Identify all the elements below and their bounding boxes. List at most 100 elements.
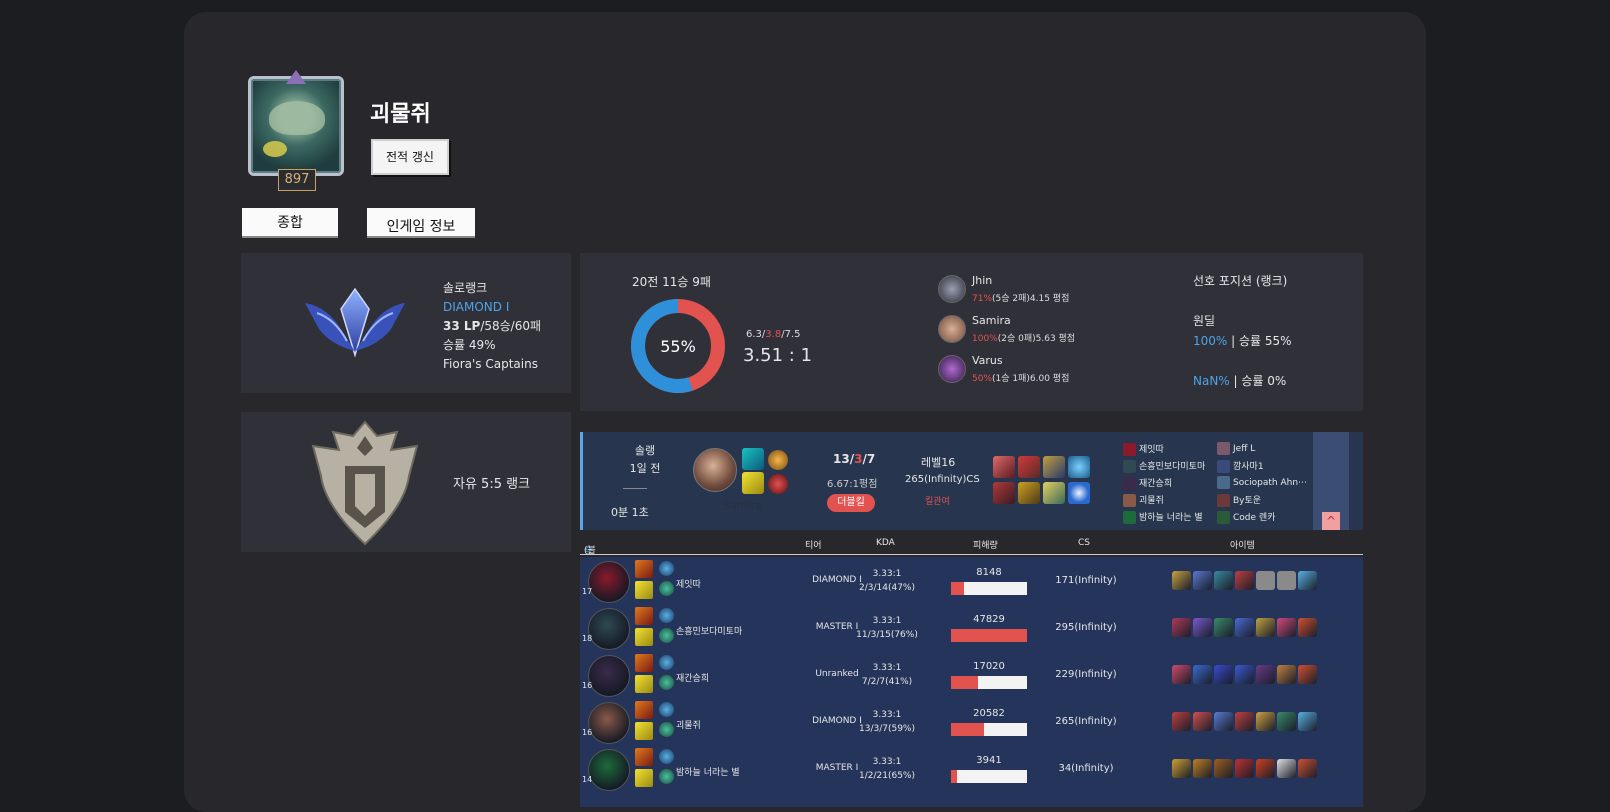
profile-page: 897 괴물쥐 전적 갱신 종합 인게임 정보 솔로랭크 DIAMOND Ⅰ 3… — [184, 12, 1426, 812]
item-icon[interactable] — [1277, 712, 1296, 731]
item-icon[interactable] — [1018, 482, 1040, 504]
empty-item-slot[interactable] — [1277, 571, 1296, 590]
participant-champion-icon — [1123, 494, 1136, 507]
divider — [623, 488, 647, 489]
item-icon[interactable] — [1214, 665, 1233, 684]
row-summoner-name[interactable]: 제잇따 — [676, 577, 701, 590]
row-damage-fill — [951, 723, 984, 736]
champion-stat-row[interactable]: Samira 100%(2승 0패)5.63 평점 — [938, 313, 1098, 353]
match-champion-name: Samira — [723, 499, 762, 512]
participant[interactable]: Jeff L — [1217, 442, 1255, 455]
participant[interactable]: 깜사마1 — [1217, 459, 1264, 473]
item-icon[interactable] — [1172, 571, 1191, 590]
winrate-donut-chart: 55% — [631, 299, 725, 393]
item-icon[interactable] — [1298, 759, 1317, 778]
champion-name: Samira — [972, 314, 1011, 327]
item-icon[interactable] — [1277, 759, 1296, 778]
row-level: 18 — [582, 634, 593, 643]
match-cs: 265(Infinity)CS — [905, 474, 980, 485]
item-icon[interactable] — [1256, 759, 1275, 778]
collapse-button[interactable]: ^ — [1322, 512, 1340, 530]
item-icon[interactable] — [1172, 665, 1191, 684]
table-row[interactable]: 16 재간승희 Unranked 3.33:1 7/2/7(41%) 17020 … — [580, 651, 1363, 698]
champion-stat-row[interactable]: Jhin 71%(5승 2패)4.15 평점 — [938, 273, 1098, 313]
table-row[interactable]: 17 제잇따 DIAMOND Ⅰ 3.33:1 2/3/14(47%) 8148 … — [580, 557, 1363, 604]
item-icon[interactable] — [1235, 618, 1254, 637]
table-row[interactable]: 16 괴물쥐 DIAMOND Ⅰ 3.33:1 13/3/7(59%) 20582… — [580, 698, 1363, 745]
item-icon[interactable] — [1235, 712, 1254, 731]
item-icon[interactable] — [1298, 571, 1317, 590]
match-card[interactable]: 솔랭 1일 전 0분 1초 Samira 13/3/7 6.67:1평점 더블킬… — [580, 432, 1363, 530]
item-icon[interactable] — [1193, 618, 1212, 637]
item-icon[interactable] — [1193, 665, 1212, 684]
row-summoner-name[interactable]: 밤하늘 너라는 별 — [676, 765, 740, 778]
item-icon[interactable] — [1043, 482, 1065, 504]
participant[interactable]: 손흥민보다미토마 — [1123, 459, 1205, 473]
item-icon[interactable] — [1235, 571, 1254, 590]
participant[interactable]: 재간승희 — [1123, 476, 1172, 490]
row-damage: 3941 — [976, 755, 1002, 766]
participant[interactable]: By토운 — [1217, 493, 1261, 507]
header-damage: 피해량 — [973, 541, 998, 551]
item-icon[interactable] — [1214, 712, 1233, 731]
rune-primary-icon — [768, 450, 788, 470]
participant[interactable]: Sociopath Ahn⋯ — [1217, 476, 1307, 489]
row-damage-fill — [951, 676, 979, 689]
item-icon[interactable] — [1172, 759, 1191, 778]
row-rune-secondary-icon — [659, 628, 674, 643]
participant[interactable]: 제잇따 — [1123, 442, 1164, 456]
participant-name: 깜사마1 — [1233, 462, 1264, 472]
item-icon[interactable] — [1298, 712, 1317, 731]
item-icon[interactable] — [1043, 456, 1065, 478]
table-row[interactable]: 14 밤하늘 너라는 별 MASTER Ⅰ 3.33:1 1/2/21(65%) … — [580, 745, 1363, 792]
detail-table-header: 승리(블루팀) 티어 KDA 피해량 CS 아이템 — [580, 533, 1363, 582]
item-icon[interactable] — [1193, 571, 1212, 590]
trinket-icon[interactable] — [1068, 456, 1090, 478]
item-icon[interactable] — [1172, 712, 1191, 731]
participant[interactable]: 밤하늘 너라는 별 — [1123, 510, 1203, 524]
item-icon[interactable] — [1298, 618, 1317, 637]
item-icon[interactable] — [1193, 759, 1212, 778]
detail-table-body: 17 제잇따 DIAMOND Ⅰ 3.33:1 2/3/14(47%) 8148 … — [580, 557, 1363, 807]
match-expand-area: ^ — [1313, 432, 1349, 530]
item-icon[interactable] — [1172, 618, 1191, 637]
participant[interactable]: Code 렌카 — [1217, 510, 1275, 524]
item-icon[interactable] — [1277, 618, 1296, 637]
item-icon[interactable] — [1256, 665, 1275, 684]
item-icon[interactable] — [1235, 759, 1254, 778]
tab-overview[interactable]: 종합 — [242, 208, 338, 238]
item-icon[interactable] — [1298, 665, 1317, 684]
refresh-button[interactable]: 전적 갱신 — [371, 139, 449, 175]
tab-ingame[interactable]: 인게임 정보 — [367, 208, 475, 238]
champion-stat: 71%(5승 2패)4.15 평점 — [972, 291, 1069, 304]
empty-item-slot[interactable] — [1256, 571, 1275, 590]
item-icon[interactable] — [1277, 665, 1296, 684]
item-icon[interactable] — [1256, 618, 1275, 637]
item-icon[interactable] — [1068, 482, 1090, 504]
item-icon[interactable] — [993, 456, 1015, 478]
row-summoner-name[interactable]: 손흥민보다미토마 — [676, 624, 742, 637]
participant[interactable]: 괴물쥐 — [1123, 493, 1164, 507]
participant-name: 밤하늘 너라는 별 — [1139, 513, 1203, 523]
item-icon[interactable] — [993, 482, 1015, 504]
row-kda-ratio: 3.33:1 — [872, 616, 902, 626]
row-rune-secondary-icon — [659, 675, 674, 690]
solo-league-name: Fiora's Captains — [443, 357, 538, 371]
row-kda: 3.33:1 2/3/14(47%) — [842, 567, 932, 595]
item-icon[interactable] — [1018, 456, 1040, 478]
item-icon[interactable] — [1235, 665, 1254, 684]
row-summoner-name[interactable]: 괴물쥐 — [676, 718, 701, 731]
row-summoner-name[interactable]: 재간승희 — [676, 671, 709, 684]
row-level: 14 — [582, 775, 593, 784]
item-icon[interactable] — [1214, 571, 1233, 590]
row-spell-icon — [635, 701, 653, 719]
item-icon[interactable] — [1214, 759, 1233, 778]
item-icon[interactable] — [1256, 712, 1275, 731]
row-cs: 171(Infinity) — [1055, 575, 1117, 586]
champion-stat-row[interactable]: Varus 50%(1승 1패)6.00 평점 — [938, 353, 1098, 393]
item-icon[interactable] — [1193, 712, 1212, 731]
table-row[interactable]: 18 손흥민보다미토마 MASTER Ⅰ 3.33:1 11/3/15(76%) … — [580, 604, 1363, 651]
row-champion-icon — [588, 608, 630, 650]
row-damage: 47829 — [973, 614, 1005, 625]
item-icon[interactable] — [1214, 618, 1233, 637]
